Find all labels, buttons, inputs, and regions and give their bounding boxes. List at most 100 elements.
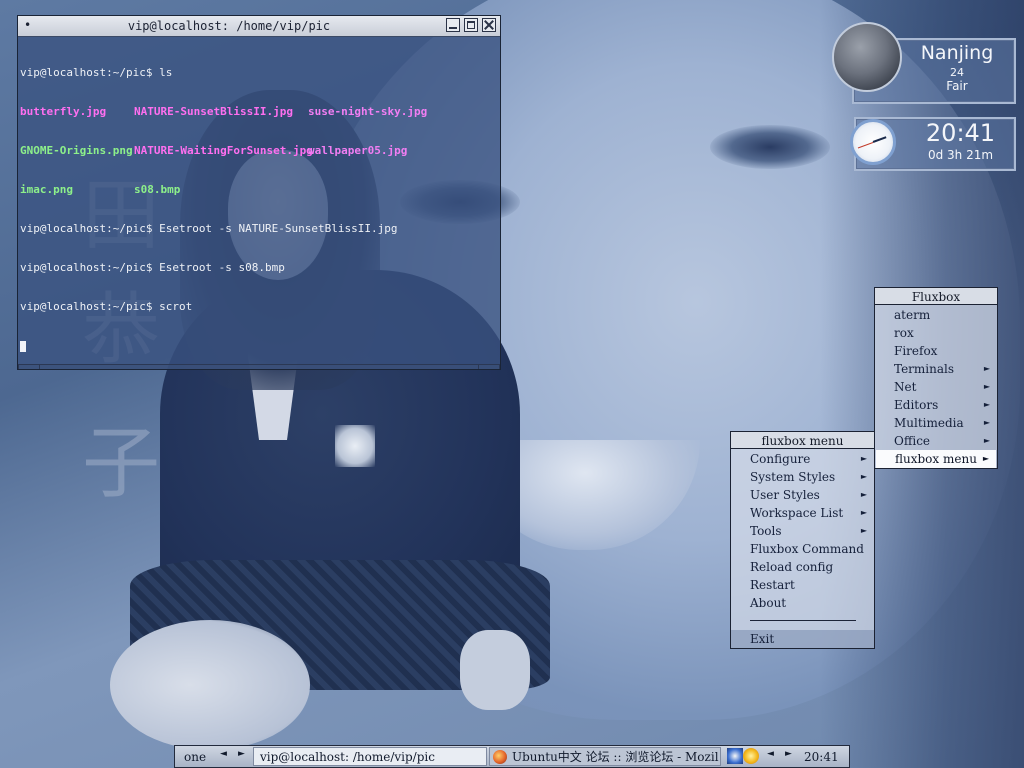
menu-item-system-styles[interactable]: System Styles ► bbox=[731, 468, 874, 486]
submenu-arrow-icon: ► bbox=[860, 472, 867, 481]
submenu-arrow-icon: ► bbox=[860, 526, 867, 535]
menu-item-editors[interactable]: Editors ► bbox=[875, 396, 997, 414]
menu-separator bbox=[750, 620, 856, 621]
minimize-icon[interactable] bbox=[446, 18, 460, 32]
terminal-output[interactable]: vip@localhost:~/pic$ ls butterfly.jpg NAT… bbox=[18, 37, 500, 381]
task-label: vip@localhost: /home/vip/pic bbox=[260, 750, 435, 764]
menu-item-label: Firefox bbox=[894, 344, 938, 358]
menu-item-label: Fluxbox Command bbox=[750, 542, 864, 556]
menu-item-label: Tools bbox=[750, 524, 782, 538]
menu-item-label: Exit bbox=[750, 632, 775, 646]
wallpaper-school-badge bbox=[335, 425, 375, 467]
shell-prompt: vip@localhost:~/pic$ bbox=[20, 66, 160, 79]
menu-item-user-styles[interactable]: User Styles ► bbox=[731, 486, 874, 504]
resize-grip-right[interactable] bbox=[478, 365, 500, 369]
window-next-icon[interactable]: ► bbox=[785, 749, 792, 759]
menu-body: Configure ► System Styles ► User Styles ► W… bbox=[730, 449, 875, 649]
window-prev-icon[interactable]: ◄ bbox=[767, 749, 774, 759]
menu-item-label: Configure bbox=[750, 452, 811, 466]
menu-item-terminals[interactable]: Terminals ► bbox=[875, 360, 997, 378]
clock-time: 20:41 bbox=[925, 119, 996, 147]
fluxbox-root-menu[interactable]: Fluxbox aterm rox Firefox Terminals ► Net… bbox=[874, 287, 998, 469]
clock-hour-hand bbox=[872, 136, 887, 143]
menu-item-multimedia[interactable]: Multimedia ► bbox=[875, 414, 997, 432]
shell-command: ls bbox=[159, 66, 173, 79]
menu-item-rox[interactable]: rox bbox=[875, 324, 997, 342]
shell-command: Esetroot -s s08.bmp bbox=[159, 261, 285, 274]
file-entry: wallpaper05.jpg bbox=[308, 144, 408, 157]
menu-item-office[interactable]: Office ► bbox=[875, 432, 997, 450]
menu-item-tools[interactable]: Tools ► bbox=[731, 522, 874, 540]
task-terminal[interactable]: vip@localhost: /home/vip/pic bbox=[253, 747, 487, 766]
menu-item-fluxbox-menu[interactable]: fluxbox menu ► bbox=[876, 450, 996, 468]
file-entry: NATURE-WaitingForSunset.jpg bbox=[134, 144, 313, 157]
menu-item-label: Multimedia bbox=[894, 416, 964, 430]
submenu-arrow-icon: ► bbox=[983, 364, 990, 373]
terminal-titlebar[interactable]: • vip@localhost: /home/vip/pic bbox=[18, 16, 500, 37]
file-entry: NATURE-SunsetBlissII.jpg bbox=[134, 105, 293, 118]
maximize-icon[interactable] bbox=[464, 18, 478, 32]
file-entry: s08.bmp bbox=[134, 183, 181, 196]
wallpaper-girl-legs bbox=[110, 620, 310, 750]
weather-condition: Fair bbox=[946, 79, 968, 93]
menu-item-firefox[interactable]: Firefox bbox=[875, 342, 997, 360]
menu-item-configure[interactable]: Configure ► bbox=[731, 450, 874, 468]
terminal-title: vip@localhost: /home/vip/pic bbox=[127, 19, 331, 33]
submenu-arrow-icon: ► bbox=[983, 436, 990, 445]
clock-icon bbox=[850, 119, 896, 165]
file-entry: butterfly.jpg bbox=[20, 105, 107, 118]
clock-uptime: 0d 3h 21m bbox=[927, 148, 994, 162]
terminal-line bbox=[20, 339, 498, 352]
terminal-line: vip@localhost:~/pic$ ls bbox=[20, 66, 498, 79]
moon-icon bbox=[832, 22, 902, 92]
taskbar-clock: 20:41 bbox=[804, 750, 839, 764]
weather-temperature: 24 bbox=[950, 66, 964, 79]
menu-item-restart[interactable]: Restart bbox=[731, 576, 874, 594]
weather-city: Nanjing bbox=[920, 42, 994, 64]
weather-widget: Nanjing 24 Fair bbox=[830, 20, 1016, 104]
clock-minute-hand bbox=[857, 142, 874, 149]
task-label: Ubuntu中文 论坛 :: 浏览论坛 - Mozil bbox=[512, 750, 719, 764]
submenu-arrow-icon: ► bbox=[983, 418, 990, 427]
close-icon[interactable] bbox=[482, 18, 496, 32]
workspace-name[interactable]: one bbox=[184, 750, 206, 764]
wallpaper-girl-hand bbox=[460, 630, 530, 710]
menu-item-label: About bbox=[750, 596, 787, 610]
menu-item-fluxbox-command[interactable]: Fluxbox Command bbox=[731, 540, 874, 558]
terminal-line: butterfly.jpg NATURE-SunsetBlissII.jpg sus… bbox=[20, 105, 498, 118]
workspace-prev-icon[interactable]: ◄ bbox=[220, 749, 227, 759]
terminal-window[interactable]: • vip@localhost: /home/vip/pic vip@local… bbox=[17, 15, 501, 370]
menu-item-aterm[interactable]: aterm bbox=[875, 306, 997, 324]
menu-item-reload-config[interactable]: Reload config bbox=[731, 558, 874, 576]
wallpaper-eye-right bbox=[710, 125, 830, 169]
shell-command: scrot bbox=[159, 300, 193, 313]
task-firefox[interactable]: Ubuntu中文 论坛 :: 浏览论坛 - Mozil bbox=[489, 747, 721, 766]
workspace-next-icon[interactable]: ► bbox=[238, 749, 245, 759]
submenu-arrow-icon: ► bbox=[983, 382, 990, 391]
network-tray-icon[interactable] bbox=[727, 748, 743, 764]
file-entry: GNOME-Origins.png bbox=[20, 144, 133, 157]
terminal-resize-bar[interactable] bbox=[18, 364, 500, 369]
terminal-line: vip@localhost:~/pic$ scrot bbox=[20, 300, 498, 313]
menu-item-label: Reload config bbox=[750, 560, 834, 574]
menu-item-net[interactable]: Net ► bbox=[875, 378, 997, 396]
submenu-arrow-icon: ► bbox=[982, 454, 989, 463]
menu-item-label: aterm bbox=[894, 308, 931, 322]
menu-item-label: User Styles bbox=[750, 488, 820, 502]
terminal-line: GNOME-Origins.pngNATURE-WaitingForSunset… bbox=[20, 144, 498, 157]
fluxbox-submenu[interactable]: fluxbox menu Configure ► System Styles ► U… bbox=[730, 431, 875, 649]
submenu-arrow-icon: ► bbox=[860, 508, 867, 517]
taskbar: one ◄ ► vip@localhost: /home/vip/pic Ubu… bbox=[174, 745, 850, 768]
clock-widget: 20:41 0d 3h 21m bbox=[850, 115, 1016, 171]
weather-tray-icon[interactable] bbox=[743, 748, 759, 764]
shell-command: Esetroot -s NATURE-SunsetBlissII.jpg bbox=[159, 222, 398, 235]
menu-item-label: Net bbox=[894, 380, 917, 394]
terminal-line: vip@localhost:~/pic$ Esetroot -s NATURE-… bbox=[20, 222, 498, 235]
menu-item-about[interactable]: About bbox=[731, 594, 874, 612]
menu-title: Fluxbox bbox=[874, 287, 998, 305]
menu-item-workspace-list[interactable]: Workspace List ► bbox=[731, 504, 874, 522]
terminal-line: imac.png s08.bmp bbox=[20, 183, 498, 196]
menu-item-exit[interactable]: Exit bbox=[731, 630, 874, 648]
submenu-arrow-icon: ► bbox=[983, 400, 990, 409]
resize-grip-left[interactable] bbox=[18, 365, 40, 369]
